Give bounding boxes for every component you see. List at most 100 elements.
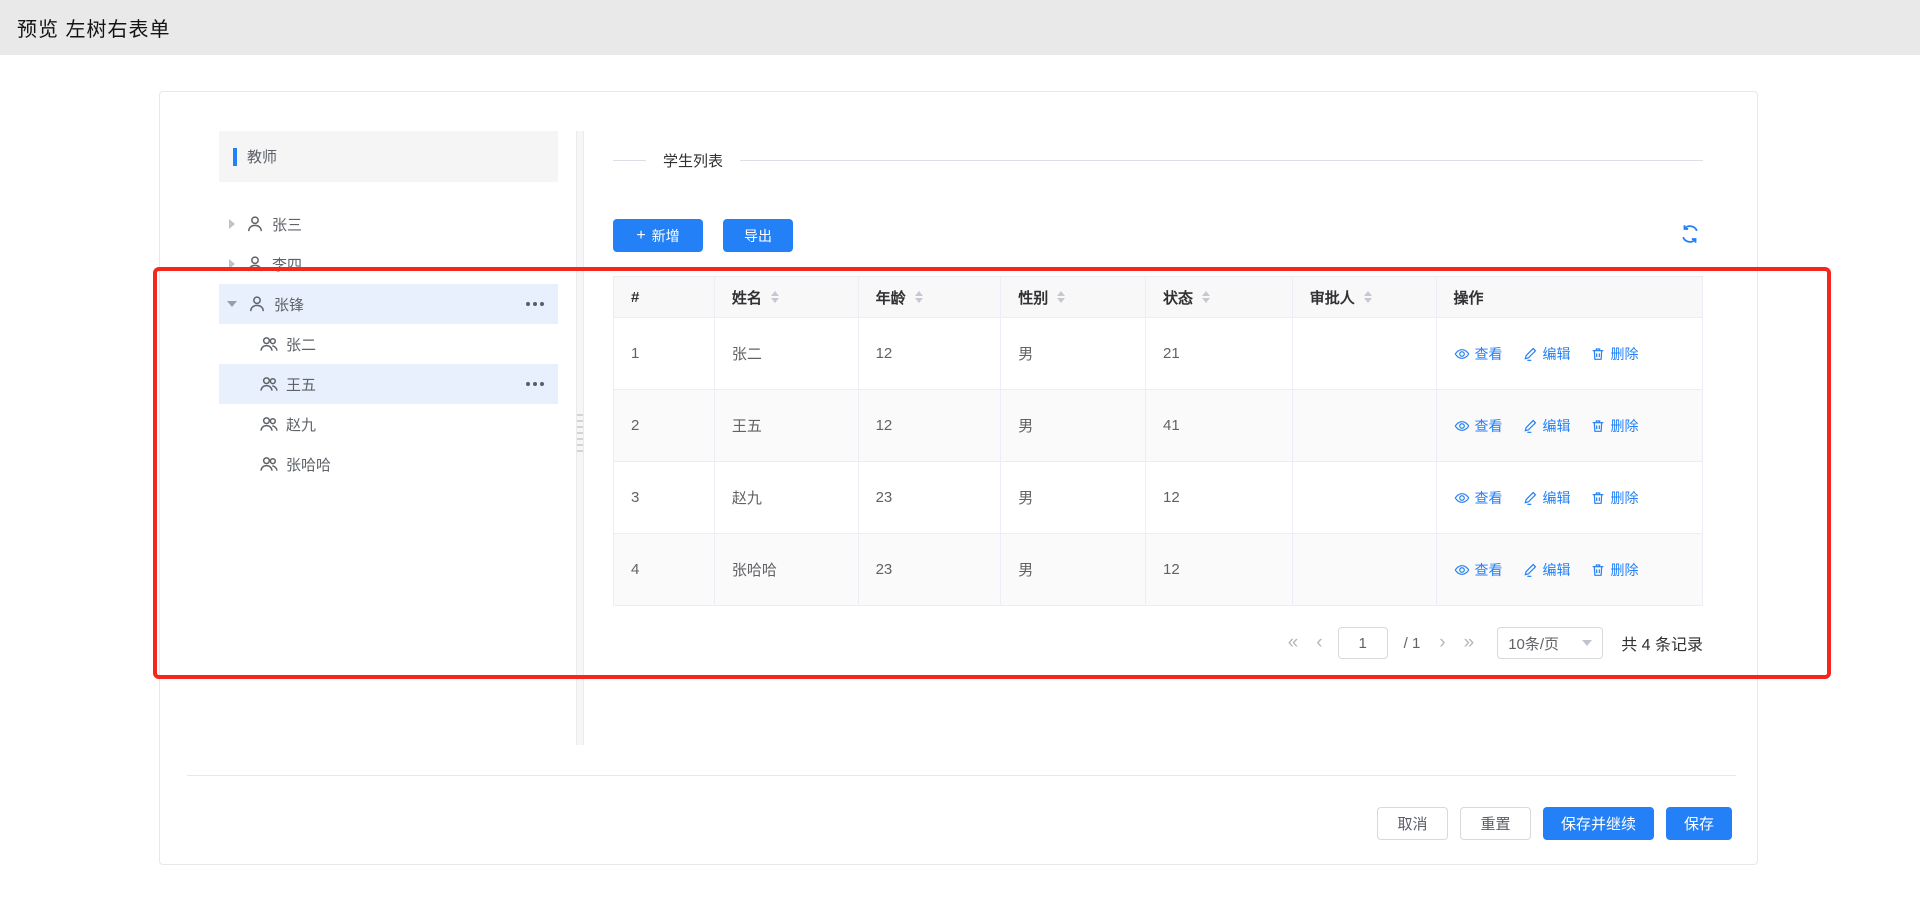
view-link[interactable]: 查看 (1454, 560, 1503, 580)
chevron-down-icon (1582, 640, 1592, 646)
cell-status: 12 (1146, 462, 1293, 534)
table-toolbar: + 新增 导出 (613, 219, 1703, 252)
eye-icon (1454, 562, 1470, 578)
delete-link[interactable]: 删除 (1590, 416, 1639, 436)
edit-link[interactable]: 编辑 (1522, 560, 1571, 580)
table-row: 4 张哈哈 23 男 12 查看 编辑 删除 (614, 534, 1702, 606)
next-page-button[interactable]: › (1430, 627, 1454, 659)
users-icon (259, 374, 279, 394)
cell-gender: 男 (1001, 390, 1146, 462)
eye-icon (1454, 418, 1470, 434)
sort-icons[interactable] (1202, 291, 1210, 303)
delete-link[interactable]: 删除 (1590, 344, 1639, 364)
tree-item-label: 张哈哈 (286, 454, 331, 475)
cell-approver (1293, 462, 1437, 534)
tree-item-label: 赵九 (286, 414, 316, 435)
ellipsis-icon[interactable] (524, 378, 546, 390)
first-page-button[interactable]: « (1279, 627, 1308, 659)
users-icon (259, 454, 279, 474)
tree-item-lisi[interactable]: 李四 (219, 244, 558, 284)
cancel-button[interactable]: 取消 (1377, 807, 1448, 840)
prev-page-button[interactable]: ‹ (1307, 627, 1331, 659)
student-table: # 姓名 年龄 性别 状态 审批人 操作 1 张二 12 男 21 查看 编辑 (613, 276, 1703, 606)
cell-name: 赵九 (715, 462, 859, 534)
eye-icon (1454, 346, 1470, 362)
tree-item-label: 张三 (272, 214, 302, 235)
footer-divider (187, 775, 1736, 776)
cell-name: 王五 (715, 390, 859, 462)
sort-icons[interactable] (915, 291, 923, 303)
view-link[interactable]: 查看 (1454, 416, 1503, 436)
export-button-label: 导出 (744, 226, 772, 246)
users-icon (259, 414, 279, 434)
reset-button[interactable]: 重置 (1460, 807, 1531, 840)
page-header: 预览 左树右表单 (0, 0, 1920, 55)
tree-panel-header: 教师 (219, 131, 558, 182)
caret-right-icon[interactable] (229, 219, 235, 229)
last-page-button[interactable]: » (1455, 627, 1484, 659)
pencil-icon (1522, 418, 1538, 434)
tree-item-zhangfeng[interactable]: 张锋 (219, 284, 558, 324)
trash-icon (1590, 418, 1606, 434)
cell-gender: 男 (1001, 318, 1146, 390)
refresh-icon[interactable] (1679, 223, 1703, 247)
form-preview-card: 教师 张三 李四 张锋 张二 王五 (159, 91, 1758, 865)
trash-icon (1590, 346, 1606, 362)
delete-link[interactable]: 删除 (1590, 560, 1639, 580)
tree-item-label: 王五 (286, 374, 316, 395)
page-size-select[interactable]: 10条/页 (1497, 627, 1603, 659)
trash-icon (1590, 490, 1606, 506)
column-header-gender[interactable]: 性别 (1001, 277, 1146, 318)
cell-name: 张哈哈 (715, 534, 859, 606)
cell-approver (1293, 534, 1437, 606)
cell-actions: 查看 编辑 删除 (1437, 390, 1702, 462)
cell-name: 张二 (715, 318, 859, 390)
cell-status: 21 (1146, 318, 1293, 390)
sort-icons[interactable] (771, 291, 779, 303)
total-pages-label: / 1 (1394, 635, 1431, 652)
edit-link[interactable]: 编辑 (1522, 416, 1571, 436)
tree-item-zhanghaha[interactable]: 张哈哈 (219, 444, 558, 484)
table-row: 1 张二 12 男 21 查看 编辑 删除 (614, 318, 1702, 390)
pencil-icon (1522, 490, 1538, 506)
view-link[interactable]: 查看 (1454, 488, 1503, 508)
caret-down-icon[interactable] (227, 301, 237, 307)
column-header-name[interactable]: 姓名 (715, 277, 859, 318)
export-button[interactable]: 导出 (723, 219, 793, 252)
column-header-status[interactable]: 状态 (1146, 277, 1293, 318)
sort-icons[interactable] (1057, 291, 1065, 303)
trash-icon (1590, 562, 1606, 578)
tree-item-wangwu[interactable]: 王五 (219, 364, 558, 404)
tree-item-zhanger[interactable]: 张二 (219, 324, 558, 364)
users-icon (259, 334, 279, 354)
caret-right-icon[interactable] (229, 259, 235, 269)
delete-link[interactable]: 删除 (1590, 488, 1639, 508)
tree-item-zhangsan[interactable]: 张三 (219, 204, 558, 244)
save-button[interactable]: 保存 (1666, 807, 1732, 840)
table-row: 2 王五 12 男 41 查看 编辑 删除 (614, 390, 1702, 462)
add-button[interactable]: + 新增 (613, 219, 703, 252)
cell-approver (1293, 390, 1437, 462)
edit-link[interactable]: 编辑 (1522, 488, 1571, 508)
view-link[interactable]: 查看 (1454, 344, 1503, 364)
edit-link[interactable]: 编辑 (1522, 344, 1571, 364)
pencil-icon (1522, 562, 1538, 578)
tree-item-zhaojiu[interactable]: 赵九 (219, 404, 558, 444)
ellipsis-icon[interactable] (524, 298, 546, 310)
tree-header-label: 教师 (247, 146, 277, 167)
column-header-index: # (614, 277, 715, 318)
page-title: 预览 左树右表单 (17, 13, 171, 42)
page-number-input[interactable]: 1 (1338, 627, 1388, 659)
save-and-continue-button[interactable]: 保存并继续 (1543, 807, 1654, 840)
cell-age: 12 (859, 318, 1002, 390)
tree-item-label: 张锋 (274, 294, 304, 315)
cell-index: 1 (614, 318, 715, 390)
column-header-age[interactable]: 年龄 (859, 277, 1002, 318)
sort-icons[interactable] (1364, 291, 1372, 303)
column-header-actions: 操作 (1437, 277, 1702, 318)
pagination: « ‹ 1 / 1 › » 10条/页 共 4 条记录 (1279, 627, 1703, 659)
cell-actions: 查看 编辑 删除 (1437, 462, 1702, 534)
column-header-approver[interactable]: 审批人 (1293, 277, 1437, 318)
panel-splitter[interactable] (576, 131, 584, 745)
divider-line (740, 160, 1703, 161)
